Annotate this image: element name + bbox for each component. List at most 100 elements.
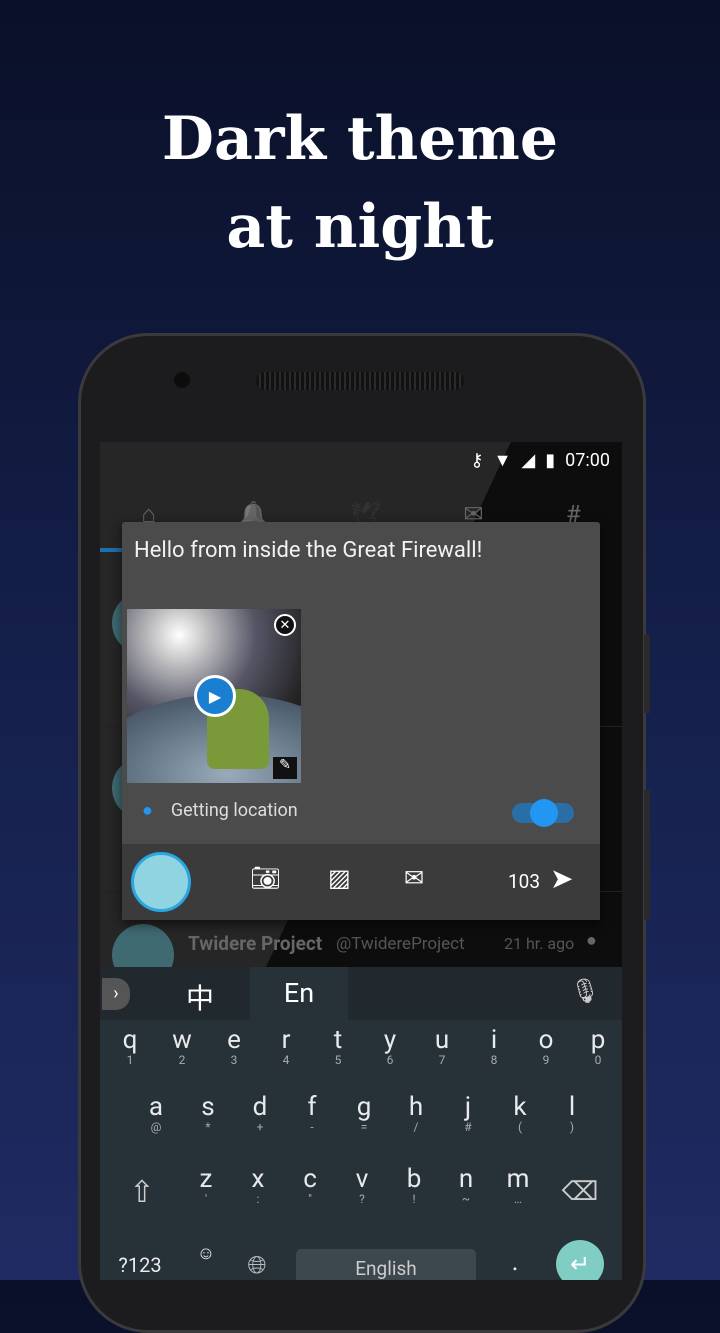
key-b[interactable]: b! — [388, 1164, 440, 1206]
key-hint: + — [256, 1120, 264, 1134]
backspace-key[interactable]: ⌫ — [554, 1177, 606, 1207]
key-f[interactable]: f- — [286, 1092, 338, 1134]
key-letter: h — [408, 1092, 424, 1122]
key-u[interactable]: u7 — [416, 1025, 468, 1067]
key-x[interactable]: x: — [232, 1164, 284, 1206]
camera-icon[interactable]: 📷︎ — [250, 864, 280, 892]
key-hint: 8 — [490, 1053, 498, 1067]
key-hint: " — [308, 1192, 312, 1206]
symbols-key[interactable]: ?123 — [114, 1253, 166, 1277]
key-hint: 2 — [178, 1053, 186, 1067]
location-status: Getting location — [170, 800, 298, 821]
toggle-knob — [530, 799, 558, 827]
period-key[interactable]: . — [489, 1247, 541, 1277]
vpn-key-icon: ⚷ — [470, 450, 484, 471]
send-icon[interactable]: ➤ — [550, 862, 573, 895]
key-d[interactable]: d + — [234, 1092, 286, 1134]
play-icon[interactable]: ▶ — [194, 675, 236, 717]
key-hint: 7 — [438, 1053, 446, 1067]
key-hint: ! — [412, 1192, 416, 1206]
key-hint: 3 — [230, 1053, 238, 1067]
speaker-grille — [256, 372, 464, 390]
headline-line-2: at night — [226, 192, 494, 262]
key-hint: ( — [517, 1120, 523, 1134]
location-pin-icon: ● — [586, 930, 597, 951]
key-hint: 5 — [334, 1053, 342, 1067]
key-i[interactable]: i8 — [468, 1025, 520, 1067]
enter-key[interactable]: ↵ — [556, 1240, 604, 1280]
key-hint: # — [464, 1120, 472, 1134]
key-letter: p — [590, 1025, 606, 1055]
mic-icon[interactable]: 🎙︎ — [570, 977, 600, 1005]
key-hint: ) — [569, 1120, 575, 1134]
key-hint: * — [205, 1120, 211, 1134]
key-l[interactable]: l) — [546, 1092, 598, 1134]
key-letter: w — [172, 1025, 192, 1055]
key-w[interactable]: w2 — [156, 1025, 208, 1067]
key-hint: = — [360, 1120, 368, 1134]
drafts-icon[interactable]: ✉ — [404, 864, 424, 892]
suggestion-bar: › 中 En 🎙︎ — [100, 967, 622, 1020]
account-avatar[interactable] — [131, 852, 191, 912]
key-m[interactable]: m… — [492, 1164, 544, 1205]
key-hint: @ — [150, 1120, 162, 1134]
key-n[interactable]: n ~ — [440, 1164, 492, 1205]
key-hint: ' — [204, 1192, 208, 1206]
key-j[interactable]: j # — [442, 1092, 494, 1134]
key-letter: r — [281, 1025, 291, 1055]
wifi-icon: ▼ — [493, 450, 512, 471]
key-letter: m — [506, 1164, 530, 1194]
key-z[interactable]: z ' — [180, 1164, 232, 1206]
key-letter: j — [464, 1092, 472, 1122]
headline: Dark theme at night — [0, 95, 720, 271]
location-pin-icon: ● — [142, 800, 153, 821]
key-o[interactable]: o9 — [520, 1025, 572, 1066]
space-key[interactable]: English — [296, 1249, 476, 1280]
compose-toolbar: 📷︎ ▨ ✉ 103 ➤ — [122, 844, 600, 920]
key-letter: o — [538, 1025, 554, 1055]
lang-english[interactable]: En — [250, 967, 348, 1020]
key-t[interactable]: t5 — [312, 1025, 364, 1067]
emoji-key[interactable]: ☺ — [180, 1243, 232, 1264]
key-letter: i — [490, 1025, 498, 1055]
key-s[interactable]: s * — [182, 1092, 234, 1134]
key-y[interactable]: y6 — [364, 1025, 416, 1066]
location-row: ● Getting location — [142, 800, 298, 821]
key-hint: : — [256, 1192, 260, 1206]
key-letter: b — [406, 1164, 422, 1194]
key-letter: x — [251, 1164, 265, 1194]
remove-media-icon[interactable]: ✕ — [274, 614, 296, 636]
key-letter: z — [199, 1164, 213, 1194]
lang-chinese[interactable]: 中 — [186, 977, 214, 1017]
key-q[interactable]: q1 — [104, 1025, 156, 1067]
key-v[interactable]: v? — [336, 1164, 388, 1205]
key-k[interactable]: k( — [494, 1092, 546, 1134]
user-handle: @TwidereProject — [336, 934, 465, 954]
key-letter: l — [568, 1092, 576, 1122]
key-r[interactable]: r4 — [260, 1025, 312, 1066]
key-g[interactable]: g = — [338, 1092, 390, 1134]
clock: 07:00 — [565, 450, 610, 471]
edit-media-icon[interactable]: ✎ — [273, 757, 297, 779]
power-button — [644, 790, 650, 920]
compose-text-input[interactable]: Hello from inside the Great Firewall! — [134, 538, 482, 563]
gallery-icon[interactable]: ▨ — [328, 864, 351, 892]
key-hint: 1 — [126, 1053, 134, 1067]
expand-icon[interactable]: › — [102, 978, 130, 1010]
media-thumbnail[interactable]: ▶ ✕ ✎ — [127, 609, 301, 783]
key-hint: 0 — [594, 1053, 602, 1067]
key-p[interactable]: p0 — [572, 1025, 622, 1067]
battery-icon: ▮ — [545, 450, 556, 471]
globe-key[interactable]: 🌐︎ — [231, 1251, 283, 1279]
key-hint: - — [310, 1120, 314, 1134]
key-e[interactable]: e3 — [208, 1025, 260, 1067]
shift-key[interactable]: ⇧ — [116, 1175, 168, 1210]
key-letter: v — [355, 1164, 369, 1194]
location-toggle[interactable] — [512, 799, 574, 827]
volume-button — [644, 635, 650, 713]
key-c[interactable]: c " — [284, 1164, 336, 1206]
key-letter: q — [122, 1025, 138, 1055]
signal-icon: ◢ — [521, 450, 536, 471]
key-h[interactable]: h / — [390, 1092, 442, 1133]
key-a[interactable]: a @ — [130, 1092, 182, 1134]
